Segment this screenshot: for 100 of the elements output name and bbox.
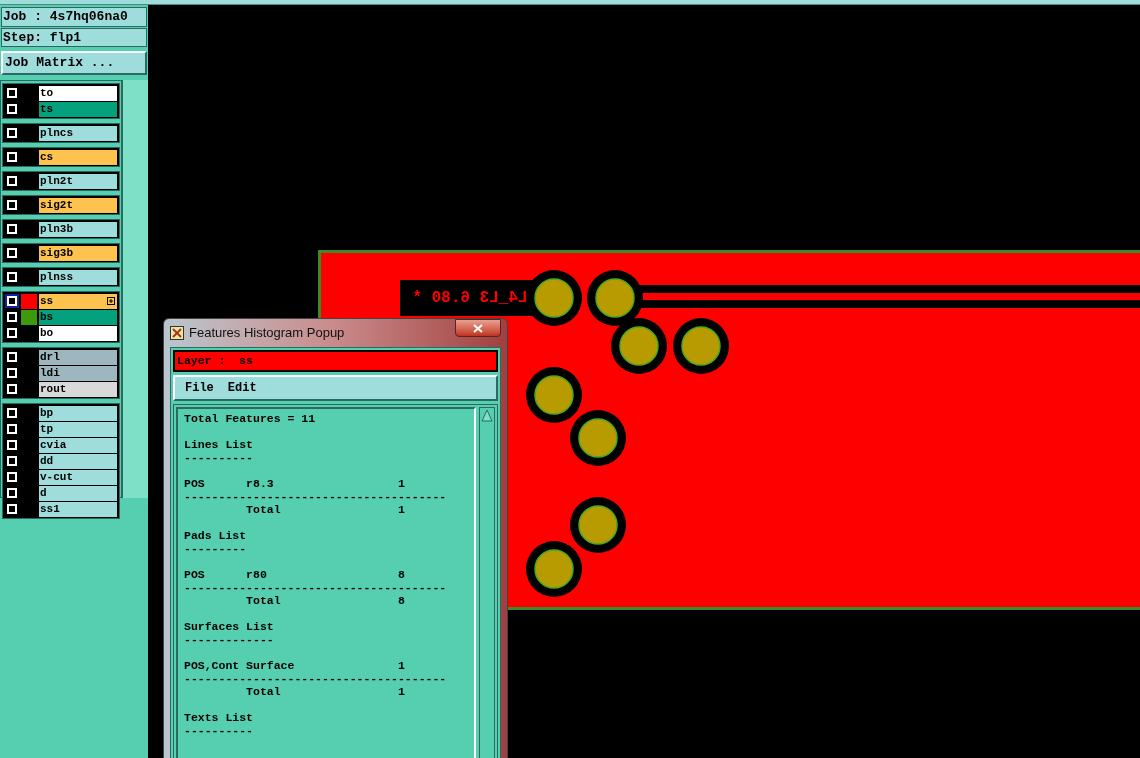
layer-row[interactable]: cs [4, 149, 118, 165]
expand-icon[interactable] [107, 297, 115, 305]
layer-row[interactable]: rout [4, 381, 118, 397]
layer-row[interactable]: sig3b [4, 245, 118, 261]
layer-row[interactable]: v-cut [4, 469, 118, 485]
job-label: Job : 4s7hq06na0 [1, 7, 147, 27]
layer-row[interactable]: ss [4, 293, 118, 309]
report-line: Total 1 [245, 503, 405, 516]
layer-row[interactable]: d [4, 485, 118, 501]
layer-name[interactable]: bo [39, 325, 117, 341]
menu-item[interactable]: File [185, 379, 214, 397]
layer-row[interactable]: pln2t [4, 173, 118, 189]
layer-checkbox[interactable] [5, 366, 19, 380]
layer-field: Layer : ss [173, 350, 498, 372]
menu-item[interactable]: Edit [227, 379, 257, 397]
layer-checkbox[interactable] [5, 438, 19, 452]
layer-row[interactable]: dd [4, 453, 118, 469]
report-line: -------------------------------------- [184, 672, 447, 685]
layer-checkbox[interactable] [5, 86, 19, 100]
layer-name[interactable]: plncs [39, 125, 117, 141]
layer-name[interactable]: bp [39, 405, 117, 421]
layer-checkbox[interactable] [5, 502, 19, 516]
report-line: --------- [184, 542, 247, 555]
layer-checkbox[interactable] [5, 126, 19, 140]
layer-checkbox[interactable] [5, 382, 19, 396]
layer-name[interactable]: pln2t [39, 173, 117, 189]
close-icon [473, 323, 483, 333]
layer-name[interactable]: ss1 [39, 501, 117, 517]
layer-row[interactable]: ldi [4, 365, 118, 381]
layer-checkbox[interactable] [5, 406, 19, 420]
layer-checkbox[interactable] [5, 270, 19, 284]
pad-icon [673, 318, 729, 374]
step-label: Step: flp1 [1, 28, 147, 47]
layer-checkbox[interactable] [5, 422, 19, 436]
app-icon [170, 326, 184, 340]
layer-row[interactable]: drl [4, 349, 118, 365]
layer-name[interactable]: to [39, 85, 117, 101]
layer-row[interactable]: cvia [4, 437, 118, 453]
layer-checkbox[interactable] [5, 246, 19, 260]
layer-checkbox[interactable] [5, 198, 19, 212]
layer-checkbox[interactable] [5, 470, 19, 484]
report-line: ---------- [184, 724, 253, 737]
layer-name[interactable]: cvia [39, 437, 117, 453]
layer-checkbox[interactable] [5, 222, 19, 236]
pad-icon [526, 541, 582, 597]
pad-icon [611, 318, 667, 374]
layer-name[interactable]: drl [39, 349, 117, 365]
layer-row[interactable]: plnss [4, 269, 118, 285]
layer-name[interactable]: ldi [39, 365, 117, 381]
layer-checkbox[interactable] [5, 310, 19, 324]
pad-icon [526, 367, 582, 423]
pad-icon [587, 270, 643, 326]
layer-checkbox[interactable] [5, 326, 19, 340]
job-matrix-button[interactable]: Job Matrix ... [1, 51, 147, 75]
layer-name[interactable]: ss [39, 293, 117, 309]
layer-name[interactable]: v-cut [39, 469, 117, 485]
pad-icon [570, 410, 626, 466]
scrollbar[interactable] [479, 407, 495, 758]
layer-checkbox[interactable] [5, 454, 19, 468]
layer-name[interactable]: rout [39, 381, 117, 397]
layer-name[interactable]: sig2t [39, 197, 117, 213]
report-line: Pads List [184, 529, 247, 542]
report-line: POS r8.3 1 [184, 477, 405, 490]
layer-checkbox[interactable] [5, 294, 19, 308]
close-button[interactable] [455, 319, 501, 337]
layer-row[interactable]: plncs [4, 125, 118, 141]
layer-checkbox[interactable] [5, 174, 19, 188]
layer-row[interactable]: bo [4, 325, 118, 341]
layer-checkbox[interactable] [5, 150, 19, 164]
layer-name[interactable]: cs [39, 149, 117, 165]
layer-row[interactable]: bp [4, 405, 118, 421]
window-title: Features Histogram Popup [189, 324, 345, 343]
layer-name[interactable]: tp [39, 421, 117, 437]
report-line: Surfaces List [184, 620, 274, 633]
layer-name[interactable]: d [39, 485, 117, 501]
layer-name[interactable]: pln3b [39, 221, 117, 237]
layer-checkbox[interactable] [5, 102, 19, 116]
layer-row[interactable]: bs [4, 309, 118, 325]
layer-row[interactable]: to [4, 85, 118, 101]
layer-row[interactable]: pln3b [4, 221, 118, 237]
layer-row[interactable]: sig2t [4, 197, 118, 213]
report-line: -------------------------------------- [184, 581, 447, 594]
layer-row[interactable]: ss1 [4, 501, 118, 517]
layer-name[interactable]: ts [39, 101, 117, 117]
layer-row[interactable]: ts [4, 101, 118, 117]
report-line: ------------- [184, 633, 274, 646]
report-line: -------------------------------------- [184, 490, 447, 503]
layer-checkbox[interactable] [5, 350, 19, 364]
scroll-up-icon[interactable] [481, 409, 493, 423]
report-line: Total Features = 11 [184, 412, 316, 425]
layer-name[interactable]: bs [39, 309, 117, 325]
layer-checkbox[interactable] [5, 486, 19, 500]
layer-name[interactable]: sig3b [39, 245, 117, 261]
layer-name[interactable]: dd [39, 453, 117, 469]
report-line: Texts List [184, 711, 253, 724]
report-line: POS,Cont Surface 1 [184, 659, 405, 672]
layer-row[interactable]: tp [4, 421, 118, 437]
report-line: POS r80 8 [184, 568, 405, 581]
report-line: ---------- [184, 451, 253, 464]
layer-name[interactable]: plnss [39, 269, 117, 285]
